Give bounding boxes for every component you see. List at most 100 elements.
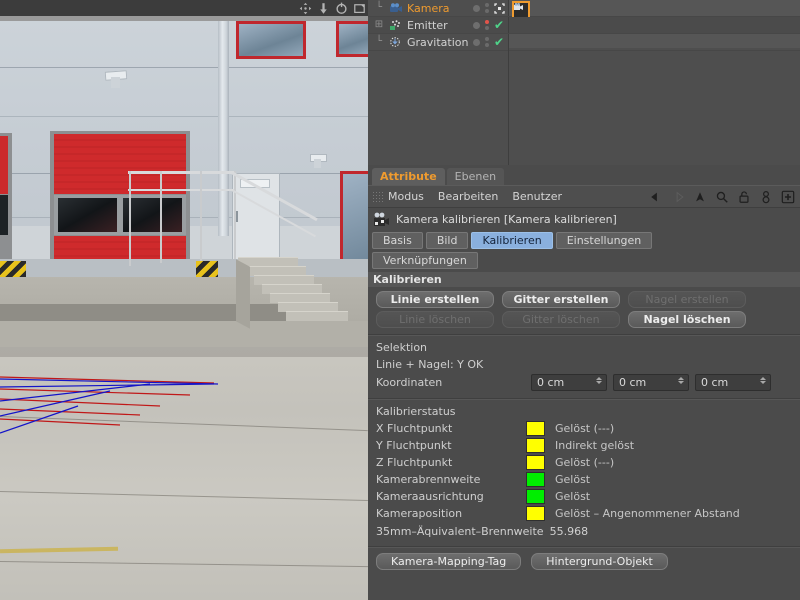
viewport[interactable] xyxy=(0,0,368,600)
subtab-row-1: Basis Bild Kalibrieren Einstellungen xyxy=(372,232,800,249)
check-icon[interactable]: ✔ xyxy=(494,36,504,48)
object-flags[interactable] xyxy=(473,0,505,16)
attribute-tool-icons[interactable] xyxy=(649,190,800,204)
coordinate-z-field[interactable]: 0 cm xyxy=(695,374,771,391)
attribute-menubar[interactable]: Modus Bearbeiten Benutzer xyxy=(368,185,800,208)
visibility-dot[interactable] xyxy=(473,4,480,12)
status-label: Z Fluchtpunkt xyxy=(376,456,453,469)
visibility-dot[interactable] xyxy=(473,38,480,46)
rotate-icon[interactable] xyxy=(335,2,348,15)
object-row-emitter[interactable]: ⊞ Emitter ✔ xyxy=(368,17,800,34)
menu-benutzer[interactable]: Benutzer xyxy=(512,190,562,203)
section-header-status-row: Kalibrierstatus xyxy=(368,403,800,420)
pan-icon[interactable] xyxy=(299,2,312,15)
status-value: Gelöst – Angenommener Abstand xyxy=(555,507,740,520)
visibility-toggles[interactable] xyxy=(485,20,489,30)
emitter-icon xyxy=(390,20,400,30)
object-name-cell[interactable]: ⊞ Emitter xyxy=(368,19,472,32)
status-row-kameraausrichtung: Kameraausrichtung Gelöst xyxy=(368,488,800,505)
menu-modus[interactable]: Modus xyxy=(388,190,424,203)
tag-zone[interactable] xyxy=(509,34,800,50)
object-label: Gravitation xyxy=(407,35,469,49)
gitter-erstellen-button[interactable]: Gitter erstellen xyxy=(502,291,620,308)
visibility-dot[interactable] xyxy=(473,21,480,29)
tree-connector: └ xyxy=(375,2,383,13)
column-separator-lower xyxy=(508,48,509,165)
nagel-erstellen-button: Nagel erstellen xyxy=(628,291,746,308)
coordinate-z-value: 0 cm xyxy=(701,376,729,389)
nagel-loeschen-button[interactable]: Nagel löschen xyxy=(628,311,746,328)
unlock-icon[interactable] xyxy=(737,190,751,204)
divider-2 xyxy=(368,398,800,400)
target-icon[interactable] xyxy=(494,2,505,14)
attribute-manager[interactable]: Attribute Ebenen Modus Bearbeiten Benutz… xyxy=(368,165,800,600)
drag-grip-icon[interactable] xyxy=(372,191,383,202)
tree-connector: └ xyxy=(375,36,383,47)
visibility-toggles[interactable] xyxy=(485,3,489,13)
dolly-icon[interactable] xyxy=(317,2,330,15)
calibrate-button-row-2: Linie löschen Gitter löschen Nagel lösch… xyxy=(368,308,800,328)
status-label: Kameraposition xyxy=(376,507,463,520)
stepper-icon[interactable] xyxy=(596,377,602,384)
hintergrund-objekt-button[interactable]: Hintergrund-Objekt xyxy=(531,553,668,570)
object-name-cell[interactable]: └ Kamera xyxy=(368,2,472,15)
coordinates-row: Koordinaten 0 cm 0 cm 0 cm xyxy=(368,373,800,392)
menu-bearbeiten[interactable]: Bearbeiten xyxy=(438,190,498,203)
visibility-toggles[interactable] xyxy=(485,37,489,47)
subtab-row-2: Verknüpfungen xyxy=(372,252,800,269)
panel-tabbar[interactable]: Attribute Ebenen xyxy=(368,165,800,185)
attribute-object-title: Kamera kalibrieren [Kamera kalibrieren] xyxy=(396,212,617,226)
status-swatch xyxy=(526,455,545,470)
status-row-kameraposition: Kameraposition Gelöst – Angenommener Abs… xyxy=(368,505,800,522)
object-row-gravitation[interactable]: └ Gravitation ✔ xyxy=(368,34,800,51)
coordinate-x-field[interactable]: 0 cm xyxy=(531,374,607,391)
subtab-basis[interactable]: Basis xyxy=(372,232,423,249)
forward-arrow-icon[interactable] xyxy=(671,190,685,204)
linie-erstellen-button[interactable]: Linie erstellen xyxy=(376,291,494,308)
subtab-bild[interactable]: Bild xyxy=(425,232,469,249)
object-label: Kamera xyxy=(407,1,450,15)
status-label: Kamerabrennweite xyxy=(376,473,481,486)
status-row-z-fluchtpunkt: Z Fluchtpunkt Gelöst (---) xyxy=(368,454,800,471)
tag-zone[interactable] xyxy=(509,17,800,33)
subtab-kalibrieren[interactable]: Kalibrieren xyxy=(471,232,553,249)
object-flags[interactable]: ✔ xyxy=(473,34,504,50)
camera-calibrator-icon xyxy=(374,212,389,226)
tag-zone[interactable] xyxy=(509,0,800,19)
object-row-kamera[interactable]: └ Kamera xyxy=(368,0,800,19)
object-name-cell[interactable]: └ Gravitation xyxy=(368,36,472,49)
gravitation-icon xyxy=(390,37,400,47)
maximize-icon[interactable] xyxy=(353,2,366,15)
tab-ebenen[interactable]: Ebenen xyxy=(446,168,505,185)
section-header-kalibrierstatus: Kalibrierstatus xyxy=(376,405,456,418)
expander-icon[interactable]: ⊞ xyxy=(372,20,386,30)
up-arrow-icon[interactable] xyxy=(693,190,707,204)
application-window: └ Kamera ⊞ Emitter ✔ └ Gravitation ✔ Att… xyxy=(0,0,800,600)
add-box-icon[interactable] xyxy=(781,190,795,204)
attribute-subtabs[interactable]: Basis Bild Kalibrieren Einstellungen Ver… xyxy=(368,230,800,269)
subtab-verknuepfungen[interactable]: Verknüpfungen xyxy=(372,252,478,269)
focal-length-row: 35mm–Äquivalent–Brennweite 55.968 xyxy=(368,522,800,540)
subtab-einstellungen[interactable]: Einstellungen xyxy=(555,232,653,249)
coordinate-y-field[interactable]: 0 cm xyxy=(613,374,689,391)
background-photo xyxy=(0,21,368,600)
coordinate-x-value: 0 cm xyxy=(537,376,565,389)
stepper-icon[interactable] xyxy=(678,377,684,384)
status-row-x-fluchtpunkt: X Fluchtpunkt Gelöst (---) xyxy=(368,420,800,437)
check-icon[interactable]: ✔ xyxy=(494,19,504,31)
camera-icon xyxy=(390,3,402,12)
person-icon[interactable] xyxy=(759,190,773,204)
status-value: Indirekt gelöst xyxy=(555,439,635,452)
search-icon[interactable] xyxy=(715,190,729,204)
section-header-selektion: Selektion xyxy=(376,341,428,354)
tab-attribute[interactable]: Attribute xyxy=(372,168,445,185)
object-label: Emitter xyxy=(407,18,448,32)
gitter-loeschen-button: Gitter löschen xyxy=(502,311,620,328)
status-swatch xyxy=(526,472,545,487)
status-label: Y Fluchtpunkt xyxy=(376,439,452,452)
stepper-icon[interactable] xyxy=(760,377,766,384)
object-flags[interactable]: ✔ xyxy=(473,17,504,33)
back-arrow-icon[interactable] xyxy=(649,190,663,204)
kamera-mapping-tag-button[interactable]: Kamera-Mapping-Tag xyxy=(376,553,522,570)
object-manager[interactable]: └ Kamera ⊞ Emitter ✔ └ Gravitation ✔ xyxy=(368,0,800,166)
